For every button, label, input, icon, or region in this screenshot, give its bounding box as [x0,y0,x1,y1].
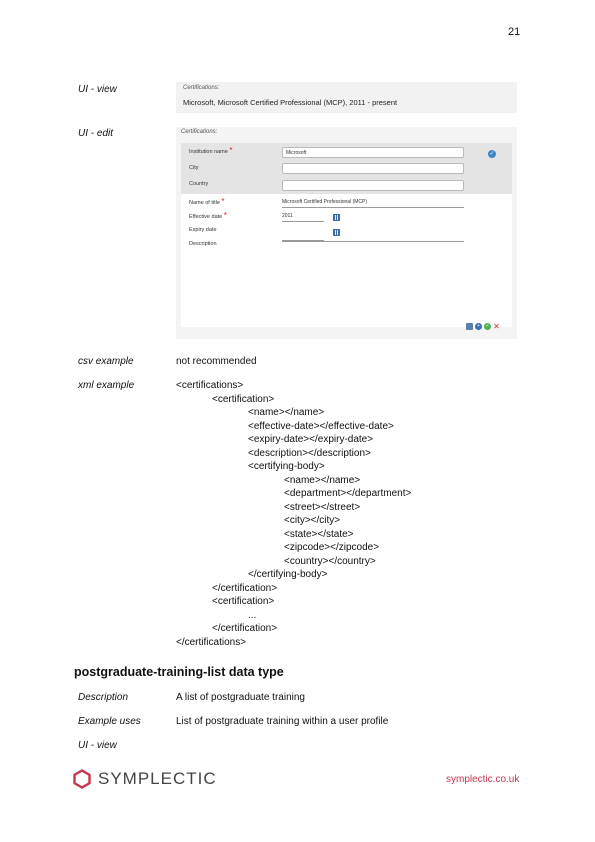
hexagon-logo-icon [73,769,91,789]
xml-line: <country></country> [284,556,376,567]
section-heading: postgraduate-training-list data type [74,665,284,679]
xml-line: <city></city> [284,515,341,526]
xml-line: <state></state> [284,529,354,540]
xml-example-label: xml example [78,380,135,391]
expiry-date-label: Expiry date [189,227,217,233]
city-label: City [189,165,199,171]
view-box-title: Certifications: [183,85,220,91]
view-certification-line: Microsoft, Microsoft Certified Professio… [183,98,398,107]
xml-line: <certification> [212,596,275,607]
name-input[interactable]: Microsoft Certified Professional (MCP) [282,197,464,208]
ui-edit-label: UI - edit [78,128,114,139]
edit-form: Institution name * Microsoft ✓ City Coun… [181,143,512,327]
xml-line: <department></department> [284,488,412,499]
csv-example-label: csv example [78,356,134,367]
xml-line: <certification> [212,394,275,405]
xml-line: <street></street> [284,502,361,513]
check-icon[interactable]: ✓ [484,323,491,330]
name-label: Name of title * [189,197,225,207]
edit-actions: + ✓ ✕ [466,323,500,331]
calendar-icon[interactable] [333,229,340,236]
logo-text: SYMPLECTIC [98,769,217,788]
xml-line: <certifying-body> [248,461,325,472]
description-input[interactable] [282,241,464,302]
example-uses-label: Example uses [78,716,141,727]
page-number: 21 [508,26,521,38]
xml-line: <zipcode></zipcode> [284,542,380,553]
description-label: Description [78,692,129,703]
xml-line: </certifications> [176,637,247,648]
calendar-icon[interactable] [333,214,340,221]
effective-date-input[interactable]: 2011 [282,211,324,222]
country-input[interactable] [282,180,464,191]
ui-edit-box: Certifications: Institution name * Micro… [176,127,517,339]
xml-line: </certification> [212,623,278,634]
ui-view-label: UI - view [78,84,117,95]
xml-line: <expiry-date></expiry-date> [248,434,374,445]
xml-line: ... [248,610,257,621]
description-value: A list of postgraduate training [176,692,305,703]
xml-line: </certifying-body> [248,569,328,580]
expiry-date-input[interactable] [282,230,324,241]
ui-view-label: UI - view [78,740,117,751]
effective-date-label: Effective date * [189,211,227,221]
edit-box-title: Certifications: [181,129,218,135]
delete-icon[interactable]: ✕ [493,323,500,331]
description-label: Description [189,241,217,247]
xml-line: <effective-date></effective-date> [248,421,394,432]
symplectic-logo: SYMPLECTIC [72,769,217,789]
website-link[interactable]: symplectic.co.uk [446,774,519,785]
institution-label: Institution name * [189,146,233,156]
csv-example-value: not recommended [176,356,257,367]
xml-line: <certifications> [176,380,244,391]
grid-icon[interactable] [466,323,473,330]
xml-line: <name></name> [284,475,361,486]
add-icon[interactable]: + [475,323,482,330]
xml-line: <name></name> [248,407,325,418]
xml-line: </certification> [212,583,278,594]
institution-input[interactable]: Microsoft [282,147,464,158]
country-label: Country [189,181,209,187]
example-uses-value: List of postgraduate training within a u… [176,716,389,727]
city-input[interactable] [282,163,464,174]
xml-line: <description></description> [248,448,371,459]
ui-view-box: Certifications: Microsoft, Microsoft Cer… [176,82,517,113]
confirm-icon[interactable]: ✓ [488,150,496,158]
